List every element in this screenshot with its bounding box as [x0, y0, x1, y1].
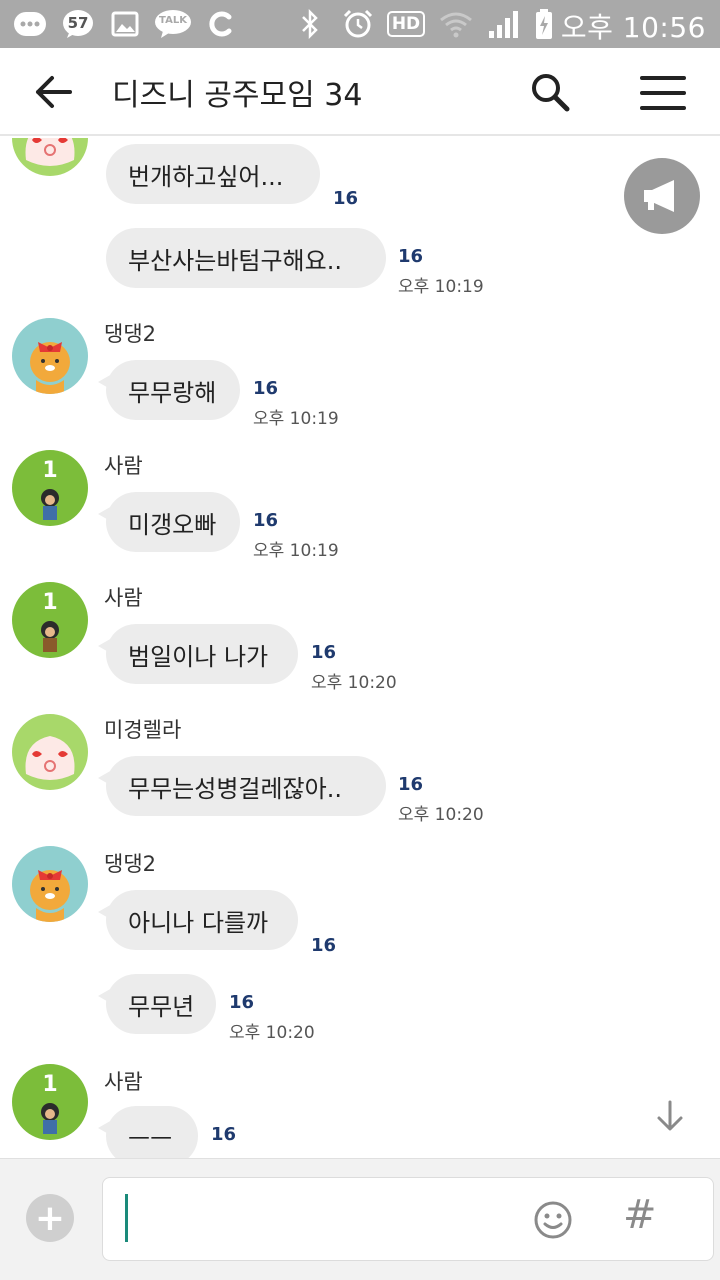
message-timestamp: 오후 10:20: [311, 673, 397, 693]
avatar[interactable]: [12, 138, 88, 176]
unread-count: 16: [311, 935, 337, 956]
wifi-icon: [438, 8, 474, 40]
message-bubble[interactable]: 무무는성병걸레잖아..: [98, 756, 386, 816]
sender-name: 댕댕2: [104, 852, 157, 876]
avatar[interactable]: [12, 714, 88, 790]
lion-character-icon: [30, 870, 70, 922]
message-input[interactable]: #: [102, 1177, 714, 1261]
message-input-bar: + #: [0, 1158, 720, 1280]
sync-icon: [206, 8, 236, 40]
unread-count: 16: [398, 774, 424, 795]
search-icon: [532, 74, 570, 112]
character-icon: [41, 1103, 59, 1134]
message-text: 무무는성병걸레잖아..: [128, 774, 342, 803]
avatar[interactable]: 1: [12, 582, 88, 658]
back-button[interactable]: [32, 72, 76, 112]
hashtag-button[interactable]: #: [623, 1192, 657, 1238]
status-bar: 57 TALK HD 오후 10:56: [0, 0, 720, 48]
sender-name: 댕댕2: [104, 322, 157, 346]
message-bubble[interactable]: 무무년: [98, 974, 216, 1034]
hd-label: HD: [386, 11, 426, 37]
message-timestamp: 오후 10:20: [398, 805, 484, 825]
hamburger-menu-icon: [640, 72, 686, 110]
chat-message-list[interactable]: 번개하고싶어... 16 부산사는바텀구해요.. 16 오후 10:19 댕댕2…: [0, 138, 720, 1158]
message-timestamp: 오후 10:19: [398, 277, 484, 297]
emoticon-icon: [534, 1201, 572, 1239]
avatar[interactable]: 1: [12, 450, 88, 526]
notification-count: 57: [67, 14, 89, 32]
message-bubble[interactable]: 아니나 다를까: [98, 890, 298, 950]
message-text: 무무랑해: [128, 378, 217, 407]
add-attachment-button[interactable]: +: [26, 1194, 74, 1242]
talk-label: TALK: [159, 15, 187, 26]
sender-name: 사람: [104, 454, 143, 478]
hd-icon: HD: [386, 8, 426, 40]
chat-room-title: 디즈니 공주모임 34: [112, 78, 363, 113]
back-arrow-icon: [36, 76, 72, 108]
message-bubble[interactable]: 무무랑해: [98, 360, 240, 420]
sender-name: 사람: [104, 586, 143, 610]
message-bubble[interactable]: ㅡㅡ: [98, 1106, 198, 1158]
megaphone-icon: [644, 180, 674, 212]
clock: 오후 10:56: [560, 11, 706, 44]
unread-count: 16: [253, 510, 279, 531]
scroll-down-button[interactable]: [650, 1096, 690, 1136]
unread-count: 16: [333, 188, 359, 209]
unread-count: 16: [229, 992, 255, 1013]
character-icon: [41, 621, 59, 652]
unread-count: 16: [311, 642, 337, 663]
message-timestamp: 오후 10:20: [229, 1023, 315, 1043]
emoticon-button[interactable]: [533, 1200, 573, 1240]
unread-count: 16: [253, 378, 279, 399]
message-text: 아니나 다를까: [128, 908, 269, 937]
message-timestamp: 오후 10:19: [253, 541, 339, 561]
arrow-down-icon: [657, 1100, 683, 1131]
avatar[interactable]: [12, 318, 88, 394]
bluetooth-icon: [296, 8, 324, 40]
unread-count: 16: [211, 1124, 237, 1145]
message-timestamp: 오후 10:19: [253, 409, 339, 429]
battery-charging-icon: [532, 8, 556, 40]
message-bubble[interactable]: 부산사는바텀구해요..: [106, 228, 386, 288]
message-text: 부산사는바텀구해요..: [128, 246, 342, 275]
notice-button[interactable]: [624, 158, 700, 234]
sender-name: 미경렐라: [104, 718, 182, 742]
message-text: 범일이나 나가: [128, 642, 269, 671]
avatar[interactable]: 1: [12, 1064, 88, 1140]
message-bubble[interactable]: 번개하고싶어...: [106, 144, 320, 204]
unread-count: 16: [398, 246, 424, 267]
peach-character-icon: [25, 138, 75, 166]
message-text: ㅡㅡ: [128, 1124, 173, 1153]
chat-header: 디즈니 공주모임 34: [0, 48, 720, 136]
text-cursor: [125, 1194, 128, 1242]
notification-badge-icon: 57: [60, 8, 96, 40]
sender-name: 사람: [104, 1070, 143, 1094]
menu-button[interactable]: [640, 72, 686, 112]
character-icon: [41, 489, 59, 520]
avatar[interactable]: [12, 846, 88, 922]
image-icon: [110, 8, 140, 40]
peach-character-icon: [25, 736, 75, 780]
message-text: 미갱오빠: [128, 510, 217, 539]
plus-icon: +: [34, 1197, 66, 1239]
message-bubble[interactable]: 미갱오빠: [98, 492, 240, 552]
alarm-icon: [340, 8, 376, 40]
talk-icon: TALK: [154, 8, 192, 40]
message-bubble[interactable]: 범일이나 나가: [98, 624, 298, 684]
search-button[interactable]: [528, 70, 572, 114]
message-text: 무무년: [128, 992, 195, 1021]
signal-icon: [486, 8, 522, 40]
message-text: 번개하고싶어...: [128, 162, 284, 191]
message-icon: [12, 8, 48, 40]
lion-character-icon: [30, 342, 70, 394]
